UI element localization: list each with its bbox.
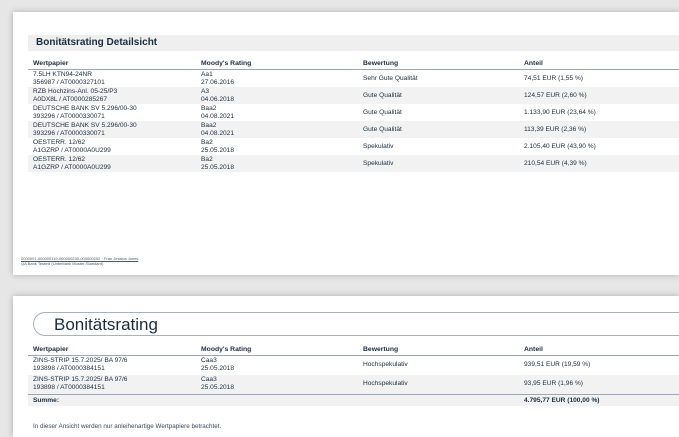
- security-name: RZB Hochzins-Anl. 05-25/P3: [33, 88, 118, 95]
- table-header: Wertpapier Moody's Rating Bewertung Ante…: [28, 56, 679, 70]
- summary-note: In dieser Ansicht werden nur anleihenart…: [33, 423, 222, 430]
- security-name: ZINS-STRIP 15.7.2025/ BA 97/6: [33, 357, 128, 364]
- bewertung-value: Spekulativ: [363, 143, 394, 150]
- detail-table: Wertpapier Moody's Rating Bewertung Ante…: [28, 56, 679, 172]
- rating-value: Caa3: [201, 357, 217, 364]
- security-id: 193898 / AT0000384151: [33, 364, 105, 372]
- bewertung-value: Sehr Gute Qualität: [363, 75, 418, 82]
- rating-date: 27.06.2016: [201, 78, 235, 86]
- rating-value: Caa3: [201, 376, 217, 383]
- page-footer: 0000001-000000119-000000230-000000202 · …: [21, 256, 138, 266]
- table-row: 7.5LH KTN94-24NR 356987 / AT0000327101 Aa…: [28, 70, 679, 87]
- anteil-value: 124,57 EUR (2,60 %): [524, 92, 587, 99]
- security-id: 356987 / AT0000327101: [33, 78, 105, 86]
- table-row: DEUTSCHE BANK SV 5.296/00-30 393296 / AT0…: [28, 104, 679, 121]
- table-header: Wertpapier Moody's Rating Bewertung Ante…: [28, 342, 679, 356]
- section-title-detail: Bonitätsrating Detailsicht: [28, 35, 679, 51]
- anteil-value: 1.133,90 EUR (23,64 %): [524, 109, 596, 116]
- table-row: RZB Hochzins-Anl. 05-25/P3 A0DX8L / AT000…: [28, 87, 679, 104]
- rating-date: 25.05.2018: [201, 383, 235, 391]
- bewertung-value: Gute Qualität: [363, 92, 402, 99]
- anteil-value: 74,51 EUR (1,55 %): [524, 75, 584, 82]
- security-name: 7.5LH KTN94-24NR: [33, 71, 93, 78]
- table-row: ZINS-STRIP 15.7.2025/ BA 97/6 193898 / AT…: [28, 356, 679, 375]
- rating-value: Baa2: [201, 105, 217, 112]
- bewertung-value: Gute Qualität: [363, 109, 402, 116]
- rating-value: A3: [201, 88, 210, 95]
- security-id: 193898 / AT0000384151: [33, 383, 105, 391]
- security-name: DEUTSCHE BANK SV 5.296/00-30: [33, 122, 137, 129]
- detail-page: Bonitätsrating Detailsicht Wertpapier Mo…: [13, 12, 679, 275]
- rating-date: 04.08.2021: [201, 112, 235, 120]
- header-wertpapier: Wertpapier: [33, 346, 69, 353]
- rating-date: 25.05.2018: [201, 163, 235, 171]
- table-row: OESTERR. 12/62 A1GZRP / AT0000A0U299 Ba2 2…: [28, 155, 679, 172]
- rating-date: 04.08.2021: [201, 129, 235, 137]
- anteil-value: 2.105,40 EUR (43,90 %): [524, 143, 596, 150]
- table-row: DEUTSCHE BANK SV 5.296/00-30 393296 / AT0…: [28, 121, 679, 138]
- header-anteil: Anteil: [524, 346, 543, 353]
- anteil-value: 939,51 EUR (19,59 %): [524, 361, 591, 368]
- table-row: OESTERR. 12/62 A1GZRP / AT0000A0U299 Ba2 2…: [28, 138, 679, 155]
- anteil-value: 210,54 EUR (4,39 %): [524, 160, 587, 167]
- rating-value: Baa2: [201, 122, 217, 129]
- security-name: OESTERR. 12/62: [33, 139, 86, 146]
- bewertung-value: Hochspekulativ: [363, 361, 408, 368]
- bewertung-value: Spekulativ: [363, 160, 394, 167]
- sum-label: Summe:: [33, 397, 60, 404]
- bewertung-value: Hochspekulativ: [363, 380, 408, 387]
- summary-table: Wertpapier Moody's Rating Bewertung Ante…: [28, 342, 679, 406]
- sum-value: 4.795,77 EUR (100,00 %): [524, 397, 600, 404]
- rating-value: Ba2: [201, 156, 213, 163]
- summary-page: Bonitätsrating Wertpapier Moody's Rating…: [13, 296, 679, 437]
- security-name: DEUTSCHE BANK SV 5.296/00-30: [33, 105, 137, 112]
- rating-date: 25.05.2018: [201, 146, 235, 154]
- header-rating: Moody's Rating: [201, 60, 252, 67]
- table-row: ZINS-STRIP 15.7.2025/ BA 97/6 193898 / AT…: [28, 375, 679, 394]
- section-title-summary: Bonitätsrating: [33, 312, 679, 336]
- rating-date: 25.05.2018: [201, 364, 235, 372]
- header-bewertung: Bewertung: [363, 346, 399, 353]
- header-anteil: Anteil: [524, 60, 543, 67]
- footer-bank-line: QA Bank Testmil (Unterbank Muster-Standa…: [21, 261, 104, 266]
- security-id: A1GZRP / AT0000A0U299: [33, 163, 111, 171]
- rating-value: Aa1: [201, 71, 213, 78]
- rating-date: 04.06.2018: [201, 95, 235, 103]
- security-name: OESTERR. 12/62: [33, 156, 86, 163]
- security-id: A0DX8L / AT0000285267: [33, 95, 108, 103]
- security-id: A1GZRP / AT0000A0U299: [33, 146, 111, 154]
- header-wertpapier: Wertpapier: [33, 60, 69, 67]
- rating-value: Ba2: [201, 139, 213, 146]
- bewertung-value: Gute Qualität: [363, 126, 402, 133]
- header-rating: Moody's Rating: [201, 346, 252, 353]
- header-bewertung: Bewertung: [363, 60, 399, 67]
- anteil-value: 93,95 EUR (1,96 %): [524, 380, 584, 387]
- sum-row: Summe: 4.795,77 EUR (100,00 %): [28, 394, 679, 406]
- security-name: ZINS-STRIP 15.7.2025/ BA 97/6: [33, 376, 128, 383]
- security-id: 393296 / AT0000330071: [33, 112, 105, 120]
- security-id: 393296 / AT0000330071: [33, 129, 105, 137]
- anteil-value: 113,39 EUR (2,36 %): [524, 126, 587, 133]
